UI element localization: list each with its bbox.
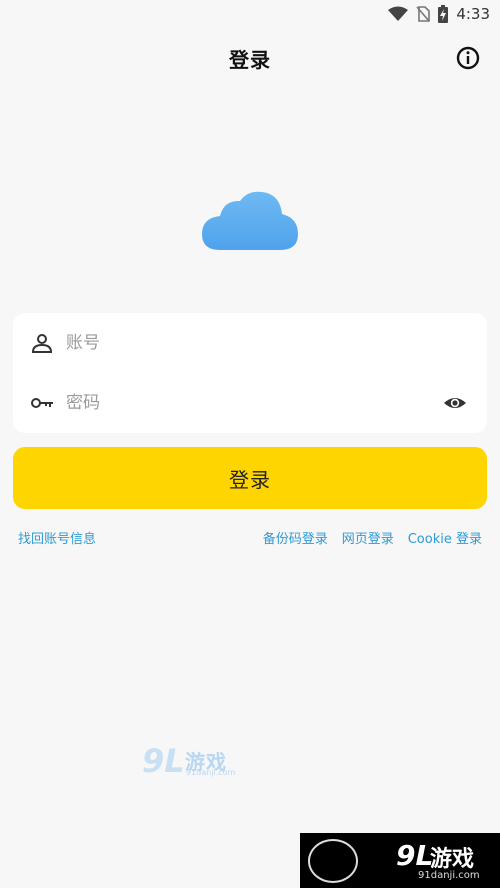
eye-icon[interactable] — [443, 391, 467, 415]
watermark-logo: 9L 游戏 91danji.com — [140, 742, 240, 782]
recover-account-link[interactable]: 找回账号信息 — [18, 528, 96, 547]
watermark-number: 9L — [142, 742, 185, 780]
watermark-banner-number: 9L — [396, 839, 434, 872]
web-login-link[interactable]: 网页登录 — [342, 528, 394, 547]
login-card — [13, 313, 487, 433]
password-field — [13, 373, 487, 433]
watermark-banner: 9L 游戏 91danji.com — [300, 833, 500, 888]
cloud-logo-icon — [202, 191, 298, 250]
account-input[interactable] — [66, 333, 426, 353]
person-icon — [31, 334, 53, 353]
status-bar: 4:33 — [0, 0, 500, 28]
wifi-icon — [388, 6, 409, 21]
no-sim-icon — [416, 6, 431, 22]
account-field — [13, 313, 487, 373]
page-title: 登录 — [229, 47, 271, 72]
login-button[interactable]: 登录 — [13, 447, 487, 509]
watermark-circle-icon — [308, 839, 358, 883]
key-icon — [31, 398, 53, 408]
password-input[interactable] — [66, 393, 426, 413]
watermark-domain: 91danji.com — [186, 768, 236, 777]
watermark-banner-text: 游戏 — [430, 847, 475, 872]
app-bar: 登录 — [0, 36, 500, 80]
status-time: 4:33 — [456, 5, 490, 23]
watermark-banner-domain: 91danji.com — [418, 870, 480, 881]
alt-login-links: 备份码登录 网页登录 Cookie 登录 — [263, 528, 482, 547]
login-options: 找回账号信息 备份码登录 网页登录 Cookie 登录 — [0, 528, 500, 548]
info-icon[interactable] — [456, 46, 480, 70]
backup-code-login-link[interactable]: 备份码登录 — [263, 528, 328, 547]
cookie-login-link[interactable]: Cookie 登录 — [408, 528, 482, 547]
battery-charging-icon — [438, 5, 449, 23]
